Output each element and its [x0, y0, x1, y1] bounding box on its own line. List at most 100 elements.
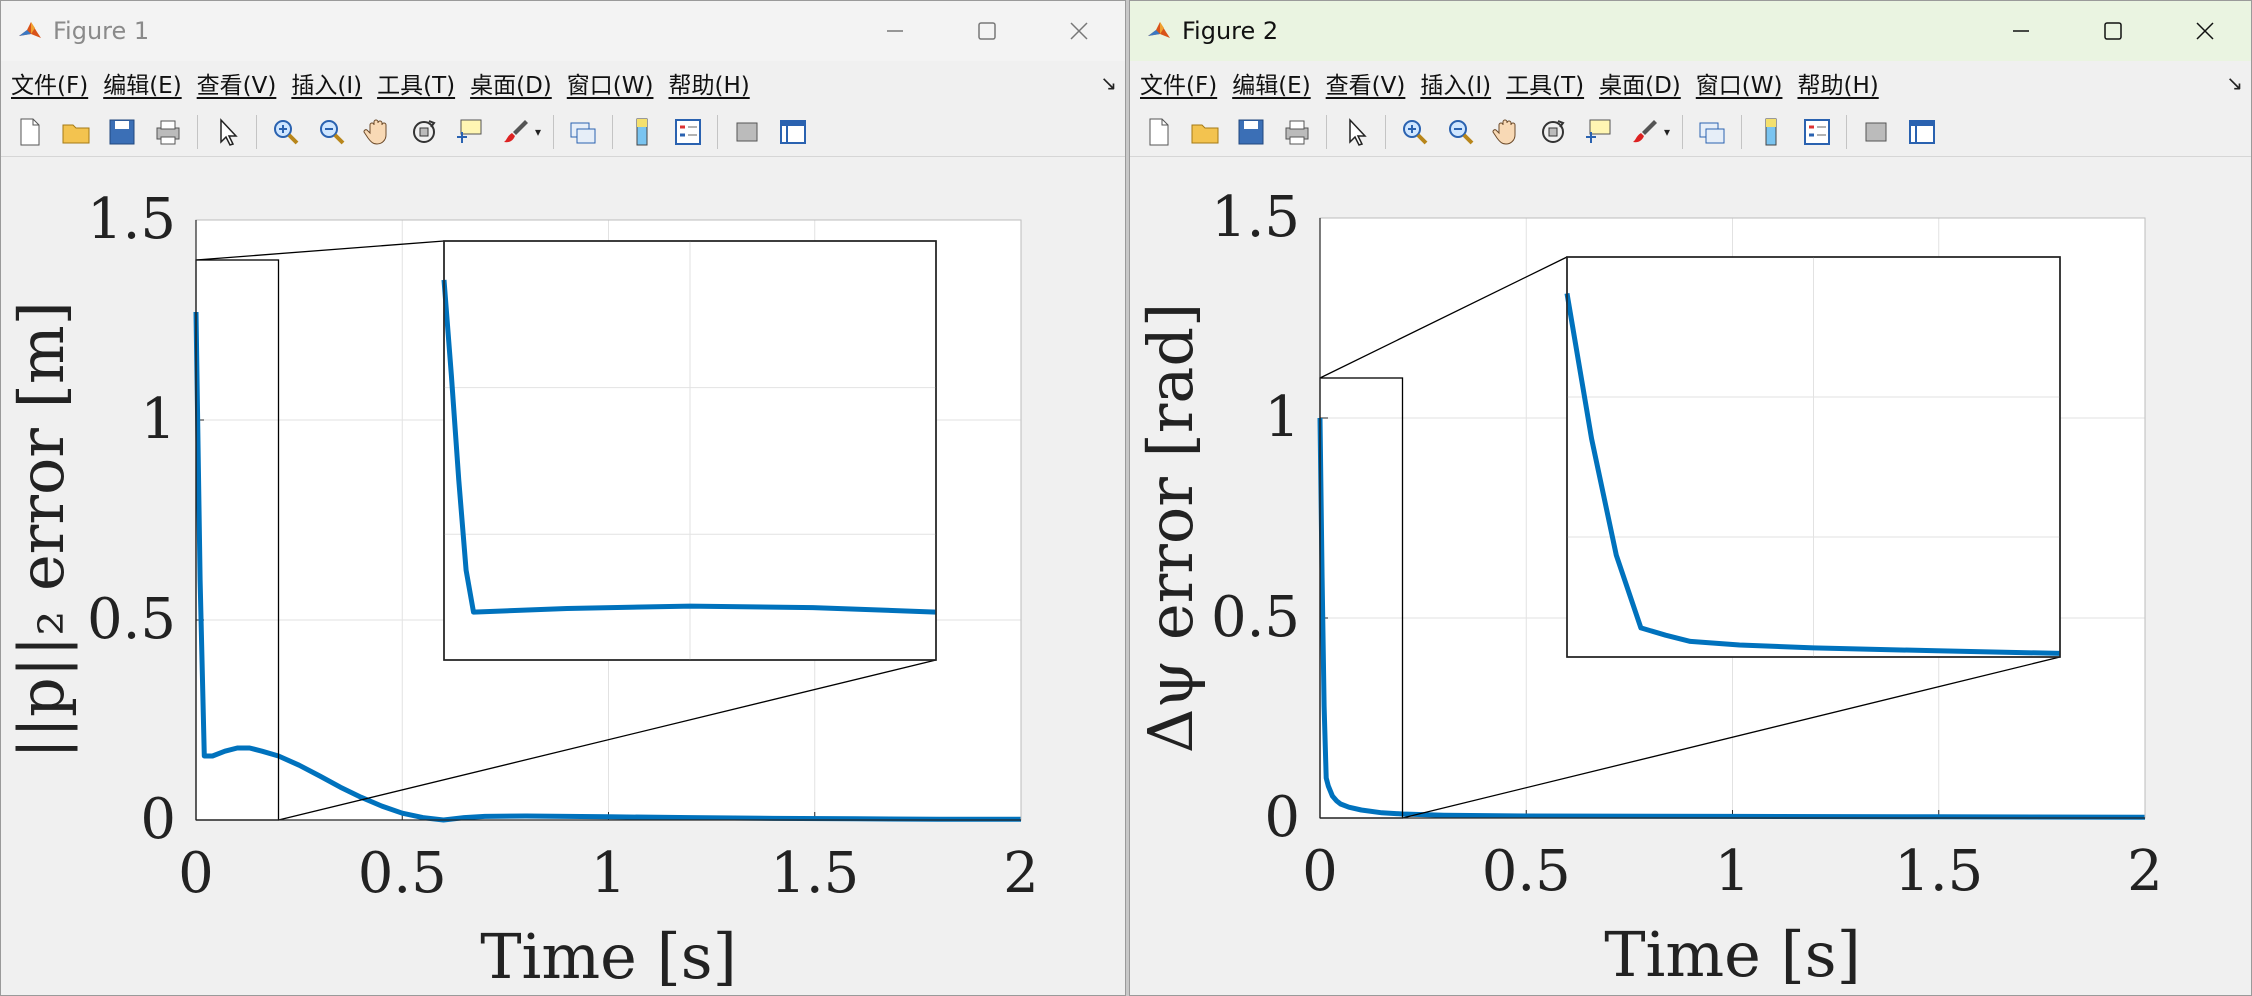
- link-plot-button[interactable]: [1695, 115, 1729, 149]
- new-file-button[interactable]: [13, 115, 47, 149]
- print-button[interactable]: [1280, 115, 1314, 149]
- show-plot-tools-icon: [1909, 119, 1936, 144]
- link-plot-icon: [1699, 122, 1725, 143]
- x-axis-label: Time [s]: [480, 920, 737, 993]
- print-icon: [156, 120, 180, 144]
- menu-view[interactable]: 查看(V): [197, 66, 277, 100]
- menu-edit[interactable]: 编辑(E): [1232, 66, 1310, 100]
- maximize-icon: [2104, 22, 2122, 40]
- link-plot-icon: [570, 122, 596, 143]
- pointer-button[interactable]: [1339, 115, 1373, 149]
- zoom-in-button[interactable]: [1398, 115, 1432, 149]
- hide-plot-tools-button[interactable]: [1859, 115, 1893, 149]
- menu-help[interactable]: 帮助(H): [1797, 66, 1878, 100]
- axes[interactable]: 0 0.5 1 1.5 2 0 0.5 1 1.5 Time [s] Δψ error [rad]: [1130, 158, 2252, 996]
- dock-arrow-icon[interactable]: ↘: [1100, 71, 1117, 95]
- rotate-3d-button[interactable]: [407, 115, 441, 149]
- menu-file[interactable]: 文件(F): [1140, 66, 1217, 100]
- x-tick-label: 0: [1302, 839, 1338, 904]
- print-button[interactable]: [151, 115, 185, 149]
- show-plot-tools-button[interactable]: [1905, 115, 1939, 149]
- open-folder-button[interactable]: [1188, 115, 1222, 149]
- data-tip-button[interactable]: [453, 115, 487, 149]
- figure-1-window: Figure 1 文件(F) 编辑(E) 查看(V) 插入(I) 工具(T) 桌…: [0, 0, 1126, 996]
- axes[interactable]: 0 0.5 1 1.5 2 0 0.5 1 1.5 Time [s] ||p||₂ error [m…: [1, 158, 1126, 996]
- close-button[interactable]: [1033, 1, 1125, 61]
- legend-icon: [1804, 118, 1831, 145]
- dock-arrow-icon[interactable]: ↘: [2226, 71, 2243, 95]
- rotate-3d-button[interactable]: [1536, 115, 1570, 149]
- pan-hand-icon: [363, 119, 387, 145]
- x-tick-label: 1: [1715, 839, 1751, 904]
- menu-tools[interactable]: 工具(T): [377, 66, 455, 100]
- colorbar-icon: [636, 118, 648, 145]
- brush-dropdown-icon[interactable]: ▾: [535, 125, 541, 139]
- figure-toolbar: ▾: [1130, 107, 2251, 157]
- menu-tools[interactable]: 工具(T): [1506, 66, 1584, 100]
- x-axis-label: Time [s]: [1604, 918, 1861, 991]
- zoom-out-button[interactable]: [315, 115, 349, 149]
- zoom-in-button[interactable]: [269, 115, 303, 149]
- matlab-logo-icon: [17, 18, 43, 44]
- menu-edit[interactable]: 编辑(E): [103, 66, 181, 100]
- menu-file[interactable]: 文件(F): [11, 66, 88, 100]
- pointer-icon: [1349, 117, 1367, 146]
- y-tick-label: 0.5: [1211, 585, 1300, 650]
- menu-desktop[interactable]: 桌面(D): [1599, 66, 1681, 100]
- zoom-out-button[interactable]: [1444, 115, 1478, 149]
- show-plot-tools-icon: [780, 119, 807, 144]
- y-axis-label: ||p||₂ error [m]: [5, 301, 78, 759]
- pointer-button[interactable]: [210, 115, 244, 149]
- maximize-button[interactable]: [941, 1, 1033, 61]
- y-tick-label: 0: [140, 787, 176, 852]
- x-tick-label: 0.5: [1482, 839, 1571, 904]
- new-file-icon: [20, 118, 40, 145]
- title-bar[interactable]: Figure 1: [1, 1, 1125, 61]
- toolbar-separator: [553, 114, 555, 149]
- colorbar-icon: [1765, 118, 1777, 145]
- menu-insert[interactable]: 插入(I): [291, 66, 362, 100]
- colorbar-button[interactable]: [1754, 115, 1788, 149]
- brush-button[interactable]: [499, 115, 533, 149]
- save-button[interactable]: [105, 115, 139, 149]
- legend-button[interactable]: [1800, 115, 1834, 149]
- hide-plot-tools-icon: [1865, 122, 1887, 141]
- toolbar-separator: [256, 114, 257, 149]
- x-tick-label: 2: [1003, 841, 1039, 906]
- brush-dropdown-icon[interactable]: ▾: [1664, 125, 1670, 139]
- y-tick-label: 1: [140, 387, 176, 452]
- menu-view[interactable]: 查看(V): [1326, 66, 1406, 100]
- print-icon: [1285, 120, 1309, 144]
- menu-bar: 文件(F) 编辑(E) 查看(V) 插入(I) 工具(T) 桌面(D) 窗口(W…: [1130, 63, 2251, 103]
- new-file-button[interactable]: [1142, 115, 1176, 149]
- open-folder-button[interactable]: [59, 115, 93, 149]
- show-plot-tools-button[interactable]: [776, 115, 810, 149]
- x-tick-label: 1.5: [1894, 839, 1983, 904]
- matlab-logo-icon: [1146, 18, 1172, 44]
- close-button[interactable]: [2159, 1, 2251, 61]
- menu-help[interactable]: 帮助(H): [668, 66, 749, 100]
- colorbar-button[interactable]: [625, 115, 659, 149]
- toolbar-separator: [612, 114, 614, 149]
- menu-window[interactable]: 窗口(W): [567, 66, 654, 100]
- figure-canvas: 0 0.5 1 1.5 2 0 0.5 1 1.5 Time [s] Δψ error [rad]: [1130, 158, 2251, 995]
- data-tip-button[interactable]: [1582, 115, 1616, 149]
- maximize-button[interactable]: [2067, 1, 2159, 61]
- link-plot-button[interactable]: [566, 115, 600, 149]
- menu-window[interactable]: 窗口(W): [1696, 66, 1783, 100]
- window-title: Figure 2: [1182, 17, 1279, 45]
- menu-desktop[interactable]: 桌面(D): [470, 66, 552, 100]
- pointer-icon: [220, 117, 238, 146]
- hide-plot-tools-button[interactable]: [730, 115, 764, 149]
- minimize-button[interactable]: [849, 1, 941, 61]
- minimize-button[interactable]: [1975, 1, 2067, 61]
- pan-hand-button[interactable]: [1490, 115, 1524, 149]
- menu-insert[interactable]: 插入(I): [1420, 66, 1491, 100]
- title-bar[interactable]: Figure 2: [1130, 1, 2251, 61]
- pan-hand-button[interactable]: [361, 115, 395, 149]
- window-title: Figure 1: [53, 17, 150, 45]
- legend-button[interactable]: [671, 115, 705, 149]
- brush-button[interactable]: [1628, 115, 1662, 149]
- save-button[interactable]: [1234, 115, 1268, 149]
- figure-toolbar: ▾: [1, 107, 1125, 157]
